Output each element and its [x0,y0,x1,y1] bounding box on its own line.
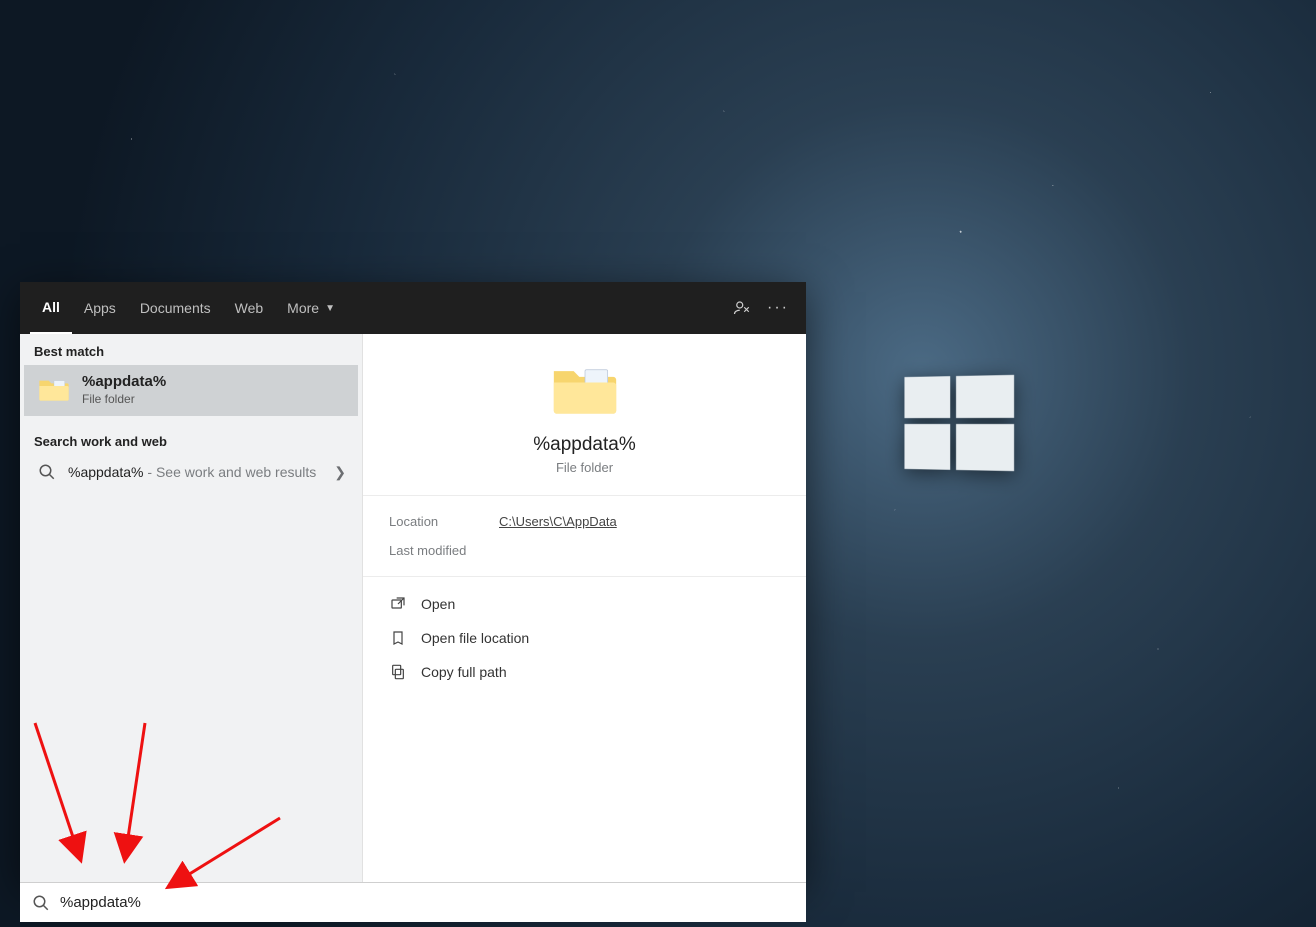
open-location-icon [389,629,407,647]
search-scope-tabs: All Apps Documents Web More ▼ ··· [20,282,806,334]
open-icon [389,595,407,613]
more-options-icon[interactable]: ··· [760,282,796,334]
feedback-icon[interactable] [724,282,760,334]
taskbar-search-box[interactable] [20,882,806,922]
best-match-subtitle: File folder [82,392,166,406]
search-icon [38,463,56,481]
tab-more[interactable]: More ▼ [275,282,347,334]
search-input[interactable] [60,894,794,911]
search-icon [32,894,50,912]
tab-documents[interactable]: Documents [128,282,223,334]
section-best-match-label: Best match [20,334,362,365]
action-copy-full-path[interactable]: Copy full path [377,655,792,689]
chevron-right-icon: ❯ [334,464,346,481]
desktop-windows-logo [904,375,1014,471]
copy-icon [389,663,407,681]
tab-apps[interactable]: Apps [72,282,128,334]
meta-lastmodified-label: Last modified [389,543,499,558]
action-open-label: Open [421,596,455,612]
folder-icon [551,362,619,420]
web-result-query: %appdata% [68,464,144,480]
meta-location-value[interactable]: C:\Users\C\AppData [499,514,617,529]
action-open-file-location[interactable]: Open file location [377,621,792,655]
tab-all[interactable]: All [30,282,72,334]
web-search-result[interactable]: %appdata% - See work and web results ❯ [24,455,358,489]
web-result-text: %appdata% - See work and web results [68,464,322,480]
result-preview-pane: %appdata% File folder Location C:\Users\… [362,334,806,882]
web-result-suffix: - See work and web results [144,464,317,480]
best-match-title: %appdata% [82,373,166,390]
action-open[interactable]: Open [377,587,792,621]
preview-subtitle: File folder [556,460,613,475]
results-left-column: Best match %appdata% File folder Search … [20,334,362,882]
tab-web[interactable]: Web [223,282,276,334]
best-match-result[interactable]: %appdata% File folder [24,365,358,416]
tab-more-label: More [287,300,319,316]
start-search-panel: All Apps Documents Web More ▼ ··· Best m… [20,282,806,882]
section-web-label: Search work and web [20,424,362,455]
action-copy-path-label: Copy full path [421,664,507,680]
chevron-down-icon: ▼ [325,303,335,314]
preview-title: %appdata% [533,434,635,456]
action-open-location-label: Open file location [421,630,529,646]
folder-icon [38,376,70,404]
meta-location-label: Location [389,514,499,529]
